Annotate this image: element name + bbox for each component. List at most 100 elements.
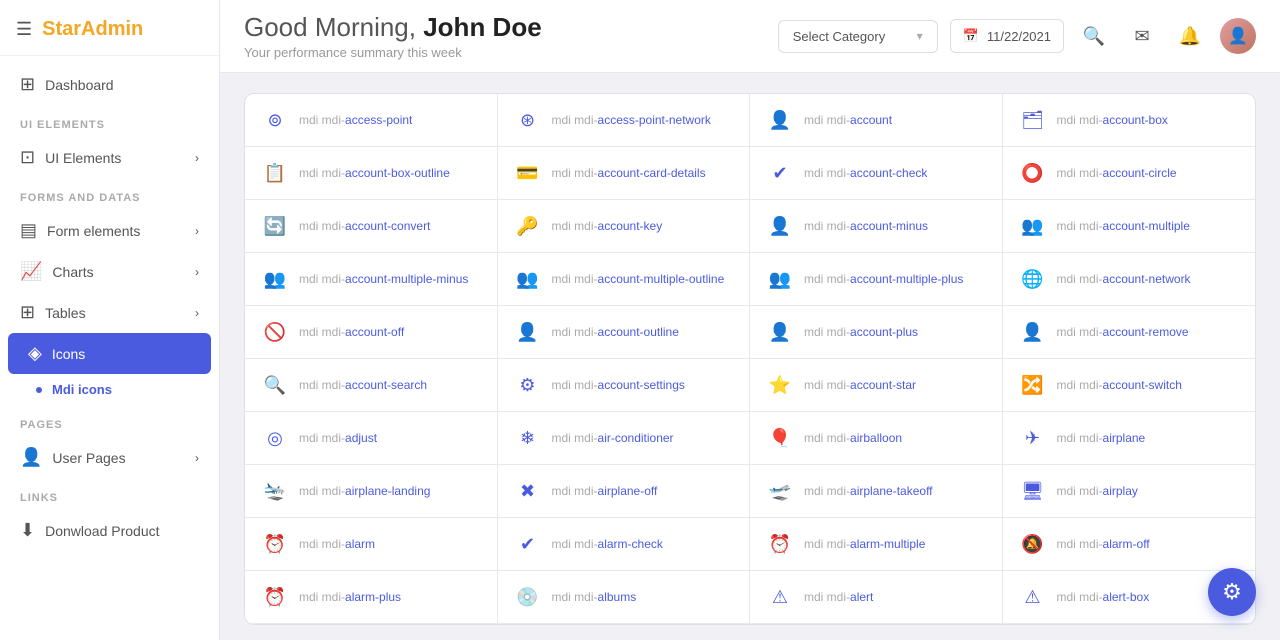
account-outline-icon: 👤: [514, 318, 542, 346]
header-right: Select Category ▾ 📅 11/22/2021 🔍 ✉ 🔔 👤: [778, 18, 1256, 54]
icon-label-account-network: mdi mdi-account-network: [1057, 272, 1191, 286]
icon-cell-account-circle[interactable]: ⭕mdi mdi-account-circle: [1003, 147, 1256, 200]
icon-cell-alarm-multiple[interactable]: ⏰mdi mdi-alarm-multiple: [750, 518, 1003, 571]
icon-label-alarm-check: mdi mdi-alarm-check: [552, 537, 663, 551]
account-multiple-outline-icon: 👥: [514, 265, 542, 293]
icon-grid: ⊚mdi mdi-access-point⊛mdi mdi-access-poi…: [245, 94, 1255, 624]
icon-label-airplane: mdi mdi-airplane: [1057, 431, 1146, 445]
notification-button[interactable]: 🔔: [1172, 18, 1208, 54]
sidebar-item-form-elements[interactable]: ▤ Form elements ›: [0, 210, 219, 251]
main-content: Good Morning, John Doe Your performance …: [220, 0, 1280, 640]
icon-cell-airplay[interactable]: 🖥mdi mdi-airplay: [1003, 465, 1256, 518]
section-label-ui: UI ELEMENTS: [0, 105, 219, 137]
date-picker[interactable]: 📅 11/22/2021: [950, 19, 1064, 53]
icons-icon: ◈: [28, 343, 42, 364]
sidebar-item-ui-elements[interactable]: ⊡ UI Elements ›: [0, 137, 219, 178]
icon-cell-alarm[interactable]: ⏰mdi mdi-alarm: [245, 518, 498, 571]
icon-cell-account-settings[interactable]: ⚙mdi mdi-account-settings: [498, 359, 751, 412]
icon-label-account-off: mdi mdi-account-off: [299, 325, 404, 339]
sidebar-item-tables[interactable]: ⊞ Tables ›: [0, 292, 219, 333]
icon-cell-account-multiple-outline[interactable]: 👥mdi mdi-account-multiple-outline: [498, 253, 751, 306]
user-pages-icon: 👤: [20, 447, 42, 468]
icon-cell-account-switch[interactable]: 🔀mdi mdi-account-switch: [1003, 359, 1256, 412]
icon-cell-account-minus[interactable]: 👤mdi mdi-account-minus: [750, 200, 1003, 253]
icon-cell-adjust[interactable]: ◎mdi mdi-adjust: [245, 412, 498, 465]
account-icon: 👤: [766, 106, 794, 134]
icon-cell-access-point[interactable]: ⊚mdi mdi-access-point: [245, 94, 498, 147]
icon-cell-alarm-check[interactable]: ✔mdi mdi-alarm-check: [498, 518, 751, 571]
account-check-icon: ✔: [766, 159, 794, 187]
sidebar-item-user-pages[interactable]: 👤 User Pages ›: [0, 437, 219, 478]
download-label: Donwload Product: [45, 523, 159, 539]
icon-cell-account-off[interactable]: 🚫 mdi mdi-account-off: [245, 306, 498, 359]
icon-label-account: mdi mdi-account: [804, 113, 892, 127]
icon-label-airplay: mdi mdi-airplay: [1057, 484, 1138, 498]
account-circle-icon: ⭕: [1019, 159, 1047, 187]
icon-cell-airplane-landing[interactable]: 🛬mdi mdi-airplane-landing: [245, 465, 498, 518]
icon-cell-air-conditioner[interactable]: ❄mdi mdi-air-conditioner: [498, 412, 751, 465]
icon-cell-account-box[interactable]: 🗂mdi mdi-account-box: [1003, 94, 1256, 147]
download-icon: ⬇: [20, 520, 35, 541]
account-star-icon: ⭐: [766, 371, 794, 399]
sidebar-item-charts[interactable]: 📈 Charts ›: [0, 251, 219, 292]
subtitle-text: Your performance summary this week: [244, 45, 542, 60]
header-left: Good Morning, John Doe Your performance …: [244, 12, 542, 60]
icon-cell-account-remove[interactable]: 👤mdi mdi-account-remove: [1003, 306, 1256, 359]
sidebar-item-download[interactable]: ⬇ Donwload Product: [0, 510, 219, 551]
airplane-landing-icon: 🛬: [261, 477, 289, 505]
icon-cell-account-card-details[interactable]: 💳mdi mdi-account-card-details: [498, 147, 751, 200]
albums-icon: 💿: [514, 583, 542, 611]
alert-icon: ⚠: [766, 583, 794, 611]
avatar[interactable]: 👤: [1220, 18, 1256, 54]
air-conditioner-icon: ❄: [514, 424, 542, 452]
charts-arrow: ›: [195, 265, 199, 279]
icon-cell-account-multiple-plus[interactable]: 👥mdi mdi-account-multiple-plus: [750, 253, 1003, 306]
icon-label-albums: mdi mdi-albums: [552, 590, 637, 604]
section-label-forms: FORMS AND DATAS: [0, 178, 219, 210]
sidebar-subitem-mdi-icons[interactable]: Mdi icons: [0, 374, 219, 405]
icon-label-alert-box: mdi mdi-alert-box: [1057, 590, 1150, 604]
alarm-off-icon: 🔕: [1019, 530, 1047, 558]
adjust-icon: ◎: [261, 424, 289, 452]
icon-cell-account-key[interactable]: 🔑mdi mdi-account-key: [498, 200, 751, 253]
icon-cell-airplane[interactable]: ✈mdi mdi-airplane: [1003, 412, 1256, 465]
icon-cell-account-network[interactable]: 🌐mdi mdi-account-network: [1003, 253, 1256, 306]
icon-cell-airplane-takeoff[interactable]: 🛫mdi mdi-airplane-takeoff: [750, 465, 1003, 518]
icon-cell-alarm-plus[interactable]: ⏰mdi mdi-alarm-plus: [245, 571, 498, 624]
airballoon-icon: 🎈: [766, 424, 794, 452]
form-elements-arrow: ›: [195, 224, 199, 238]
sidebar-item-icons[interactable]: ◈ Icons: [8, 333, 211, 374]
ui-elements-label: UI Elements: [45, 150, 121, 166]
category-select[interactable]: Select Category ▾: [778, 20, 938, 53]
ui-elements-icon: ⊡: [20, 147, 35, 168]
greeting-text: Good Morning,: [244, 12, 423, 42]
icon-cell-account-plus[interactable]: 👤mdi mdi-account-plus: [750, 306, 1003, 359]
search-button[interactable]: 🔍: [1076, 18, 1112, 54]
icon-cell-albums[interactable]: 💿 mdi mdi-albums: [498, 571, 751, 624]
icon-cell-alert[interactable]: ⚠mdi mdi-alert: [750, 571, 1003, 624]
icon-cell-alarm-off[interactable]: 🔕mdi mdi-alarm-off: [1003, 518, 1256, 571]
account-multiple-minus-icon: 👥: [261, 265, 289, 293]
icon-label-account-star: mdi mdi-account-star: [804, 378, 916, 392]
icon-cell-account-search[interactable]: 🔍mdi mdi-account-search: [245, 359, 498, 412]
alarm-multiple-icon: ⏰: [766, 530, 794, 558]
alarm-plus-icon: ⏰: [261, 583, 289, 611]
icon-cell-account-convert[interactable]: 🔄mdi mdi-account-convert: [245, 200, 498, 253]
icon-cell-account[interactable]: 👤 mdi mdi-account: [750, 94, 1003, 147]
icon-cell-account-multiple[interactable]: 👥mdi mdi-account-multiple: [1003, 200, 1256, 253]
icon-cell-account-star[interactable]: ⭐ mdi mdi-account-star: [750, 359, 1003, 412]
airplane-takeoff-icon: 🛫: [766, 477, 794, 505]
icon-cell-access-point-network[interactable]: ⊛mdi mdi-access-point-network: [498, 94, 751, 147]
mail-button[interactable]: ✉: [1124, 18, 1160, 54]
icon-cell-account-check[interactable]: ✔mdi mdi-account-check: [750, 147, 1003, 200]
sidebar-item-dashboard[interactable]: ⊞ Dashboard: [0, 64, 219, 105]
icon-cell-account-outline[interactable]: 👤mdi mdi-account-outline: [498, 306, 751, 359]
icon-cell-airballoon[interactable]: 🎈mdi mdi-airballoon: [750, 412, 1003, 465]
account-off-icon: 🚫: [261, 318, 289, 346]
icon-cell-account-multiple-minus[interactable]: 👥mdi mdi-account-multiple-minus: [245, 253, 498, 306]
settings-fab[interactable]: ⚙: [1208, 568, 1256, 616]
category-placeholder: Select Category: [793, 29, 886, 44]
icon-cell-account-box-outline[interactable]: 📋mdi mdi-account-box-outline: [245, 147, 498, 200]
icon-cell-airplane-off[interactable]: ✖mdi mdi-airplane-off: [498, 465, 751, 518]
hamburger-icon[interactable]: ☰: [16, 19, 32, 40]
